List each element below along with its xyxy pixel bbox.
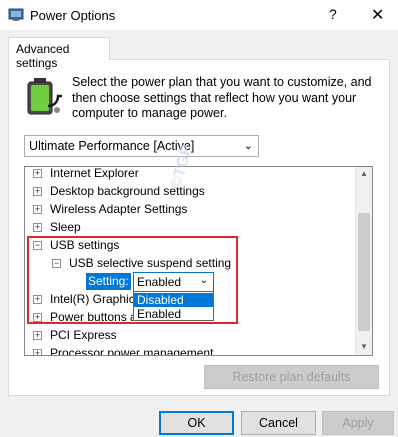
cancel-button[interactable]: Cancel [241,411,316,435]
power-plan-select[interactable]: Ultimate Performance [Active] ⌄ [24,135,259,157]
expand-icon[interactable]: + [33,169,42,178]
help-button[interactable]: ? [329,6,337,22]
expand-icon[interactable]: + [33,223,42,232]
power-plan-value: Ultimate Performance [Active] [29,139,195,153]
usb-settings-highlight [27,236,238,324]
restore-defaults-button[interactable]: Restore plan defaults [204,365,379,389]
close-button[interactable]: ✕ [371,5,384,25]
power-options-icon [8,8,24,21]
apply-button[interactable]: Apply [322,411,394,435]
window-title: Power Options [30,8,116,23]
scroll-up-icon[interactable]: ▲ [360,169,368,178]
tree-scrollbar[interactable]: ▲ ▼ [355,167,372,355]
expand-icon[interactable]: + [33,349,42,355]
chevron-down-icon: ⌄ [243,140,253,152]
description-text: Select the power plan that you want to c… [72,75,372,120]
tab-advanced-settings[interactable]: Advanced settings [8,37,110,70]
expand-icon[interactable]: + [33,205,42,214]
expand-icon[interactable]: + [33,187,42,196]
scroll-down-icon[interactable]: ▼ [360,342,368,351]
expand-icon[interactable]: + [33,331,42,340]
scrollbar-thumb[interactable] [358,213,370,331]
battery-icon [27,78,62,115]
ok-button[interactable]: OK [159,411,234,435]
title-bar: Power Options ? ✕ [0,0,398,30]
